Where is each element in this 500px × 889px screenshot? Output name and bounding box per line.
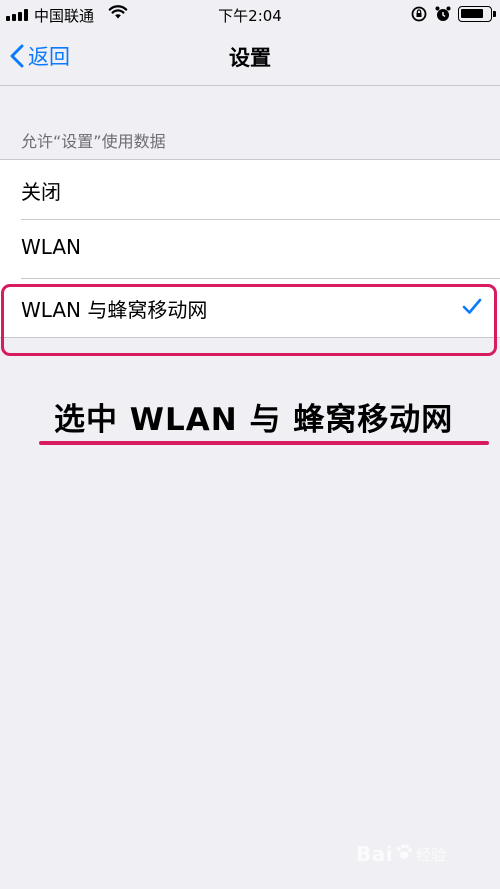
navigation-bar: 返回 设置 [0,28,500,86]
paw-icon [395,843,413,865]
watermark-logo-text: Bai [356,842,394,866]
option-off[interactable]: 关闭 [0,160,500,219]
annotation-underline [39,441,489,445]
watermark-sub-text: 经验 [416,845,447,864]
watermark: Bai 经验 [356,842,446,866]
annotation-caption: 选中 WLAN 与 蜂窝移动网 [54,402,454,438]
battery-icon [458,6,496,22]
alarm-icon [434,5,452,27]
section-header: 允许“设置”使用数据 [21,132,166,151]
highlight-box [1,284,497,356]
page-title: 设置 [229,46,271,70]
status-bar: 中国联通 下午2:04 [0,0,500,28]
rotation-lock-icon [410,5,428,27]
option-wlan[interactable]: WLAN [0,219,500,278]
option-label: 关闭 [21,180,61,204]
option-label: WLAN [21,235,82,259]
